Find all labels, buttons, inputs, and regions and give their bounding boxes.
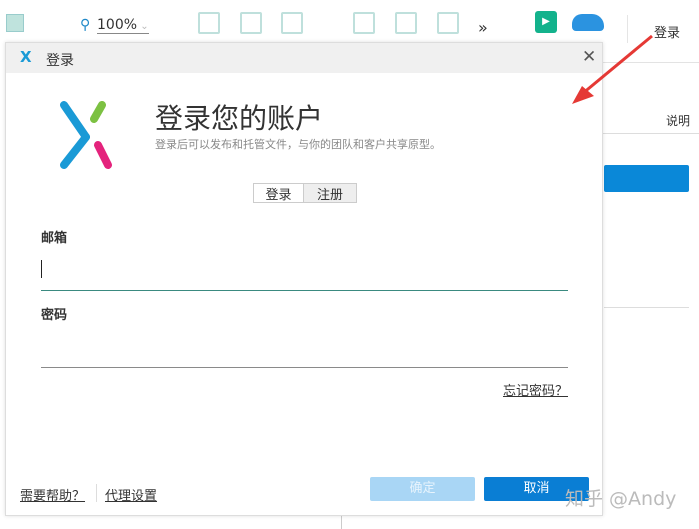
zoom-value: 100% <box>97 17 138 33</box>
divider <box>96 484 97 502</box>
align-left-icon[interactable] <box>198 12 220 34</box>
align-right-icon[interactable] <box>281 12 303 34</box>
divider <box>341 516 342 529</box>
cloud-icon[interactable] <box>572 14 604 31</box>
tab-login[interactable]: 登录 <box>254 184 304 203</box>
axure-logo-icon <box>60 101 112 169</box>
zoom-select[interactable]: 100% ⌄ <box>97 17 149 34</box>
divider <box>604 307 689 308</box>
search-icon: ⚲ <box>80 17 91 33</box>
red-arrow-annotation <box>572 34 653 104</box>
dialog-titlebar: X 登录 ✕ <box>6 43 602 73</box>
preview-icon[interactable]: ▶ <box>535 11 557 33</box>
dialog-title: 登录 <box>46 53 74 69</box>
tab-register[interactable]: 注册 <box>304 184 356 203</box>
help-link[interactable]: 需要帮助？ <box>20 485 85 504</box>
password-field[interactable] <box>41 333 568 367</box>
align-top-icon[interactable] <box>353 12 375 34</box>
divider <box>603 133 699 134</box>
login-dialog: X 登录 ✕ 登录您的账户 登录后可以发布和托管文件，与你的团队和客户共享原型。… <box>5 42 603 516</box>
email-label: 邮箱 <box>41 231 68 246</box>
password-underline <box>41 367 568 368</box>
proxy-settings-link[interactable]: 代理设置 <box>105 485 157 504</box>
align-middle-icon[interactable] <box>395 12 417 34</box>
align-bottom-icon[interactable] <box>437 12 459 34</box>
component-icon[interactable] <box>6 14 24 32</box>
watermark: 知乎 @Andy <box>565 488 677 510</box>
dialog-heading: 登录您的账户 <box>155 102 324 135</box>
auth-tabs: 登录 注册 <box>253 183 357 203</box>
more-tools-button[interactable]: » <box>478 18 488 37</box>
forgot-password-link[interactable]: 忘记密码？ <box>503 380 568 399</box>
background-blue-button[interactable] <box>604 165 689 192</box>
align-center-icon[interactable] <box>240 12 262 34</box>
app-logo-icon: X <box>20 48 32 66</box>
email-underline <box>41 290 568 291</box>
confirm-button[interactable]: 确定 <box>370 477 475 501</box>
email-field[interactable] <box>41 259 568 290</box>
password-label: 密码 <box>41 308 68 323</box>
dialog-subtitle: 登录后可以发布和托管文件，与你的团队和客户共享原型。 <box>155 138 441 151</box>
text-cursor <box>41 260 42 278</box>
